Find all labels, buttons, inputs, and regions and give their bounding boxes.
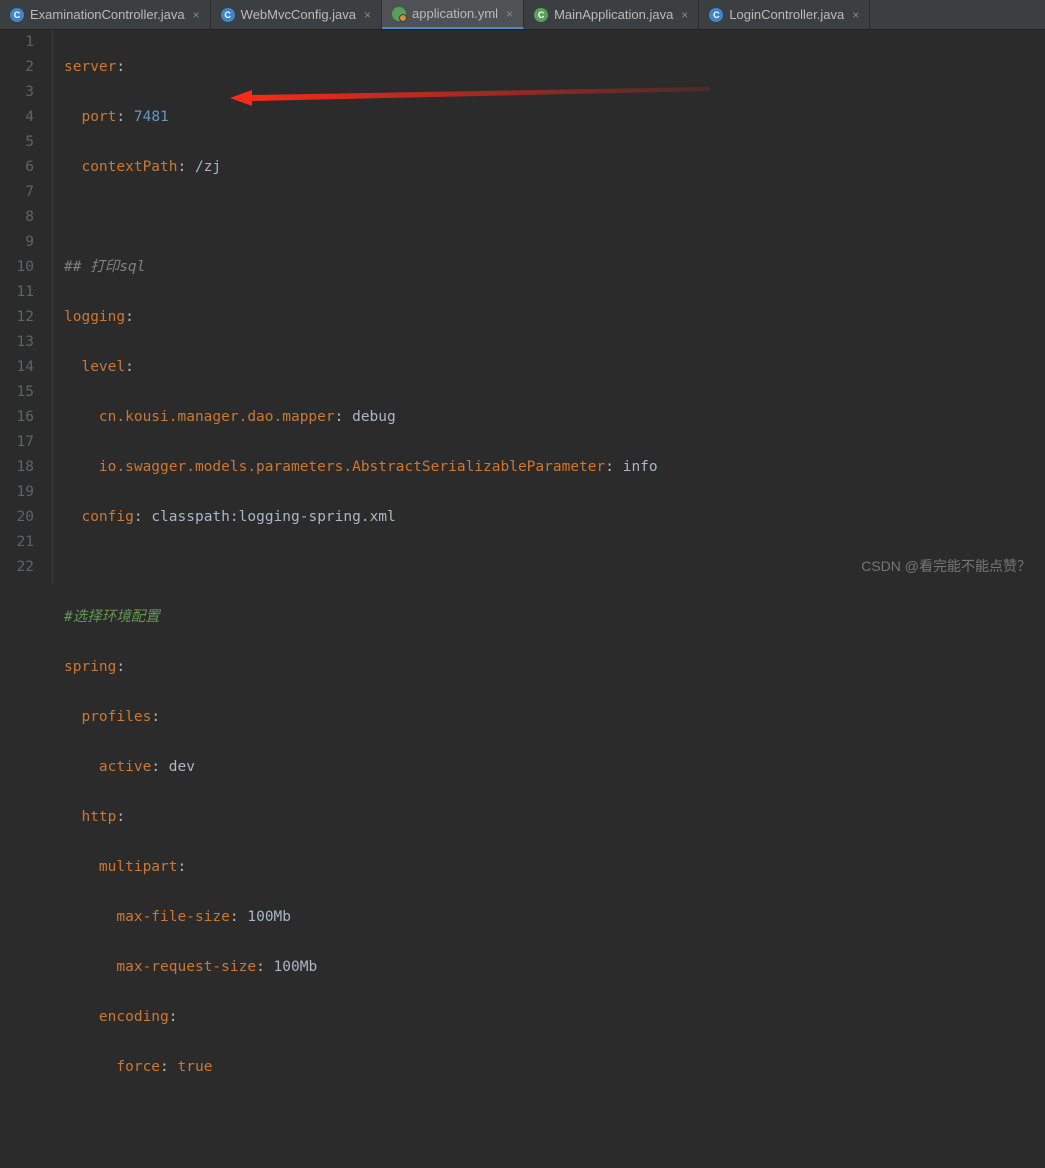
colon: :	[134, 509, 151, 525]
yaml-value: debug	[352, 409, 396, 425]
yaml-key: encoding	[99, 1009, 169, 1025]
yaml-key: server	[64, 59, 116, 75]
tab-mainapplication[interactable]: C MainApplication.java ×	[524, 0, 699, 29]
colon: :	[335, 409, 352, 425]
yaml-comment: #选择环境配置	[64, 609, 160, 625]
java-class-icon: C	[709, 8, 723, 22]
yaml-key: spring	[64, 659, 116, 675]
colon: :	[178, 859, 187, 875]
yaml-value: /zj	[195, 159, 221, 175]
yaml-key: profiles	[81, 709, 151, 725]
watermark-text: CSDN @看完能不能点赞？	[861, 556, 1031, 576]
yaml-key: http	[81, 809, 116, 825]
colon: :	[605, 459, 622, 475]
tab-label: LoginController.java	[729, 7, 844, 22]
yaml-key: contextPath	[81, 159, 177, 175]
colon: :	[125, 309, 134, 325]
yaml-value: 100Mb	[247, 909, 291, 925]
tab-webmvcconfig[interactable]: C WebMvcConfig.java ×	[211, 0, 382, 29]
close-icon[interactable]: ×	[193, 8, 200, 22]
colon: :	[116, 59, 125, 75]
yaml-key: port	[81, 109, 116, 125]
tab-examinationcontroller[interactable]: C ExaminationController.java ×	[0, 0, 211, 29]
close-icon[interactable]: ×	[506, 7, 513, 21]
tab-label: WebMvcConfig.java	[241, 7, 356, 22]
colon: :	[116, 659, 125, 675]
colon: :	[151, 709, 160, 725]
java-class-icon: C	[221, 8, 235, 22]
yaml-key: config	[81, 509, 133, 525]
tab-label: application.yml	[412, 6, 498, 21]
yaml-key: io.swagger.models.parameters.AbstractSer…	[99, 459, 605, 475]
editor-tabbar: C ExaminationController.java × C WebMvcC…	[0, 0, 1045, 30]
colon: :	[178, 159, 195, 175]
yaml-key: cn.kousi.manager.dao.mapper	[99, 409, 335, 425]
yaml-key: force	[116, 1059, 160, 1075]
yaml-key: max-request-size	[116, 959, 256, 975]
colon: :	[125, 359, 134, 375]
yaml-value: info	[623, 459, 658, 475]
close-icon[interactable]: ×	[852, 8, 859, 22]
yaml-value: 100Mb	[274, 959, 318, 975]
colon: :	[230, 909, 247, 925]
tab-application-yml[interactable]: application.yml ×	[382, 0, 524, 29]
colon: :	[169, 1009, 178, 1025]
yaml-value: dev	[169, 759, 195, 775]
colon: :	[116, 109, 133, 125]
colon: :	[151, 759, 168, 775]
colon: :	[116, 809, 125, 825]
code-content[interactable]: server: port: 7481 contextPath: /zj ## 打…	[46, 30, 1045, 584]
yaml-value-bool: true	[178, 1059, 213, 1075]
close-icon[interactable]: ×	[681, 8, 688, 22]
yaml-value-number: 7481	[134, 109, 169, 125]
yaml-comment: ## 打印sql	[64, 259, 145, 275]
close-icon[interactable]: ×	[364, 8, 371, 22]
yaml-key: active	[99, 759, 151, 775]
line-number-gutter: 12345 678910 1112131415 1617181920 2122	[0, 30, 46, 584]
java-main-icon: C	[534, 8, 548, 22]
tab-logincontroller[interactable]: C LoginController.java ×	[699, 0, 870, 29]
yaml-key: multipart	[99, 859, 178, 875]
yaml-key: max-file-size	[116, 909, 230, 925]
yaml-key: level	[81, 359, 125, 375]
tab-label: ExaminationController.java	[30, 7, 185, 22]
java-class-icon: C	[10, 8, 24, 22]
colon: :	[160, 1059, 177, 1075]
yaml-key: logging	[64, 309, 125, 325]
yaml-spring-icon	[392, 7, 406, 21]
colon: :	[256, 959, 273, 975]
tab-label: MainApplication.java	[554, 7, 673, 22]
editor-area[interactable]: 12345 678910 1112131415 1617181920 2122 …	[0, 30, 1045, 584]
yaml-value: classpath:logging-spring.xml	[151, 509, 395, 525]
